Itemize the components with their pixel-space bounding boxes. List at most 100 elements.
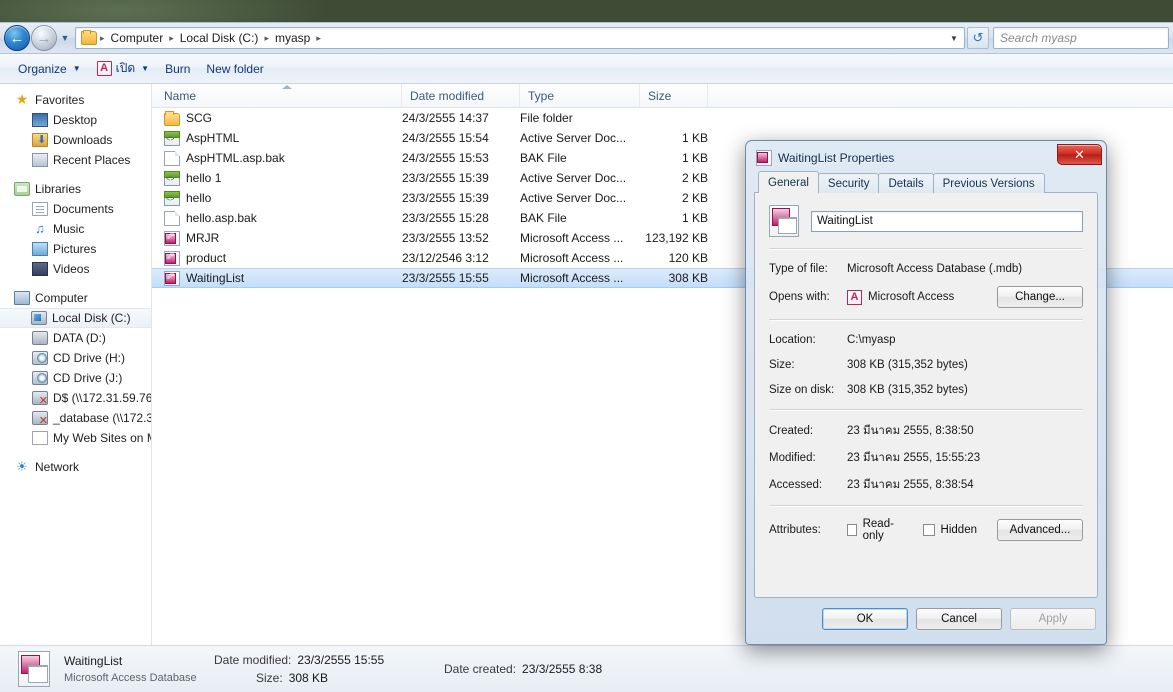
column-header-type[interactable]: Type [520, 84, 640, 107]
status-date-created-group: Date created: 23/3/2555 8:38 [444, 662, 602, 676]
location-label: Location: [769, 334, 816, 346]
hidden-label: Hidden [940, 524, 977, 536]
sidebar-item-local-disk-c[interactable]: Local Disk (C:) [0, 308, 151, 328]
status-size: Size: 308 KB [214, 671, 444, 685]
forward-arrow-icon[interactable]: → [31, 25, 57, 51]
type-of-file-value: Microsoft Access Database (.mdb) [847, 263, 1023, 275]
search-placeholder: Search myasp [1000, 31, 1077, 45]
file-size-cell: 2 KB [681, 191, 708, 205]
breadcrumb-item-local-disk[interactable]: Local Disk (C:) [175, 30, 264, 46]
opens-with-value-group: A Microsoft Access [847, 289, 997, 305]
apply-button[interactable]: Apply [1010, 608, 1096, 630]
hidden-checkbox[interactable]: Hidden [922, 524, 977, 536]
tab-security[interactable]: Security [817, 173, 880, 193]
music-icon: ♫ [35, 221, 45, 236]
sidebar-item-data-d[interactable]: DATA (D:) [0, 328, 151, 348]
sidebar-item-computer[interactable]: Computer [0, 288, 151, 308]
file-size-cell: 1 KB [681, 131, 708, 145]
readonly-checkbox[interactable]: Read-only [847, 518, 903, 542]
tab-details[interactable]: Details [878, 173, 934, 193]
file-date-cell: 23/12/2546 3:12 [402, 251, 489, 265]
breadcrumb-separator-icon: ▸ [316, 32, 321, 43]
sidebar-item-desktop[interactable]: Desktop [0, 110, 151, 130]
refresh-icon[interactable]: ↺ [967, 27, 989, 49]
column-header-size[interactable]: Size [640, 84, 708, 107]
file-date-cell: 23/3/2555 15:39 [402, 171, 489, 185]
hard-drive-icon [32, 331, 48, 345]
tab-panel-general: WaitingList Type of file: Microsoft Acce… [754, 192, 1098, 598]
status-value: 23/3/2555 8:38 [522, 662, 603, 676]
sidebar-item-cd-drive-j[interactable]: CD Drive (J:) [0, 368, 151, 388]
sidebar-item-my-web-sites[interactable]: My Web Sites on MS [0, 428, 151, 448]
filename-value: WaitingList [817, 215, 873, 227]
attributes-label: Attributes: [769, 524, 821, 536]
web-sites-icon [32, 431, 48, 445]
sidebar-item-label: Downloads [53, 133, 113, 147]
divider [769, 409, 1083, 411]
table-row[interactable]: SCG 24/3/2555 14:37 File folder [152, 108, 1173, 128]
size-value: 308 KB (315,352 bytes) [847, 359, 968, 371]
sidebar-item-recent-places[interactable]: Recent Places [0, 150, 151, 170]
tab-previous-versions[interactable]: Previous Versions [932, 173, 1045, 193]
file-name-cell: SCG [152, 110, 402, 126]
tab-general[interactable]: General [758, 171, 819, 193]
file-name-cell: AspHTML [152, 130, 402, 146]
sidebar-item-favorites[interactable]: ★ Favorites [0, 90, 151, 110]
cancel-button[interactable]: Cancel [916, 608, 1002, 630]
file-size-cell: 1 KB [681, 151, 708, 165]
file-size-cell: 308 KB [668, 271, 708, 285]
sidebar-item-network-drive-d[interactable]: D$ (\\172.31.59.76) ( [0, 388, 151, 408]
accessed-label: Accessed: [769, 479, 823, 491]
status-file-info: WaitingList Microsoft Access Database [64, 654, 214, 684]
sidebar-item-documents[interactable]: Documents [0, 199, 151, 219]
burn-button[interactable]: Burn [157, 59, 198, 79]
column-header-name[interactable]: Name [152, 84, 402, 107]
breadcrumb[interactable]: ▸ Computer ▸ Local Disk (C:) ▸ myasp ▸ ▼ [75, 27, 965, 49]
videos-icon [32, 262, 48, 276]
file-type-cell: BAK File [520, 151, 567, 165]
new-folder-button[interactable]: New folder [198, 59, 271, 79]
breadcrumb-item-computer[interactable]: Computer [106, 30, 169, 46]
sidebar-item-pictures[interactable]: Pictures [0, 239, 151, 259]
advanced-button[interactable]: Advanced... [997, 519, 1083, 541]
access-app-icon: A [96, 61, 112, 76]
file-name-cell: product [152, 250, 402, 266]
back-arrow-icon[interactable]: ← [4, 25, 30, 51]
breadcrumb-item-myasp[interactable]: myasp [270, 30, 315, 46]
new-folder-label: New folder [206, 61, 264, 76]
network-icon: ☀ [16, 459, 28, 474]
file-size-cell: 123,192 KB [645, 231, 708, 245]
chevron-down-icon[interactable]: ▼ [946, 34, 962, 43]
sidebar-item-network-drive-database[interactable]: _database (\\172.31. [0, 408, 151, 428]
file-name-label: hello 1 [186, 171, 222, 185]
recent-locations-dropdown-icon[interactable]: ▼ [58, 33, 72, 43]
size-on-disk-value: 308 KB (315,352 bytes) [847, 384, 968, 396]
sidebar-item-label: Libraries [35, 182, 82, 196]
column-header-date-modified[interactable]: Date modified [402, 84, 520, 107]
sidebar-item-music[interactable]: ♫ Music [0, 219, 151, 239]
sidebar-item-downloads[interactable]: Downloads [0, 130, 151, 150]
change-button[interactable]: Change... [997, 286, 1083, 308]
size-row: Size: 308 KB (315,352 bytes) [769, 357, 1083, 373]
cd-drive-icon [32, 371, 48, 385]
search-input[interactable]: Search myasp [993, 27, 1169, 49]
filename-field[interactable]: WaitingList [811, 210, 1083, 232]
sidebar-item-libraries[interactable]: Libraries [0, 179, 151, 199]
asp-file-icon [164, 130, 180, 146]
close-icon[interactable]: ✕ [1057, 144, 1102, 165]
organize-button[interactable]: Organize ▼ [10, 59, 89, 79]
file-type-cell: File folder [520, 111, 573, 125]
sidebar-item-videos[interactable]: Videos [0, 259, 151, 279]
open-button[interactable]: A เปิด ▼ [89, 56, 157, 81]
sidebar-item-cd-drive-h[interactable]: CD Drive (H:) [0, 348, 151, 368]
nav-group-network: ☀ Network [0, 457, 151, 477]
sidebar-item-network[interactable]: ☀ Network [0, 457, 151, 477]
file-name-label: WaitingList [186, 271, 245, 285]
location-value: C:\myasp [847, 334, 896, 346]
sidebar-item-label: D$ (\\172.31.59.76) ( [53, 391, 152, 405]
address-bar: ← → ▼ ▸ Computer ▸ Local Disk (C:) ▸ mya… [0, 23, 1173, 54]
ok-button[interactable]: OK [822, 608, 908, 630]
properties-dialog: WaitingList Properties ✕ General Securit… [745, 140, 1107, 645]
opens-with-row: Opens with: A Microsoft Access Change... [769, 286, 1083, 308]
dialog-title-bar[interactable]: WaitingList Properties ✕ [750, 144, 1102, 171]
